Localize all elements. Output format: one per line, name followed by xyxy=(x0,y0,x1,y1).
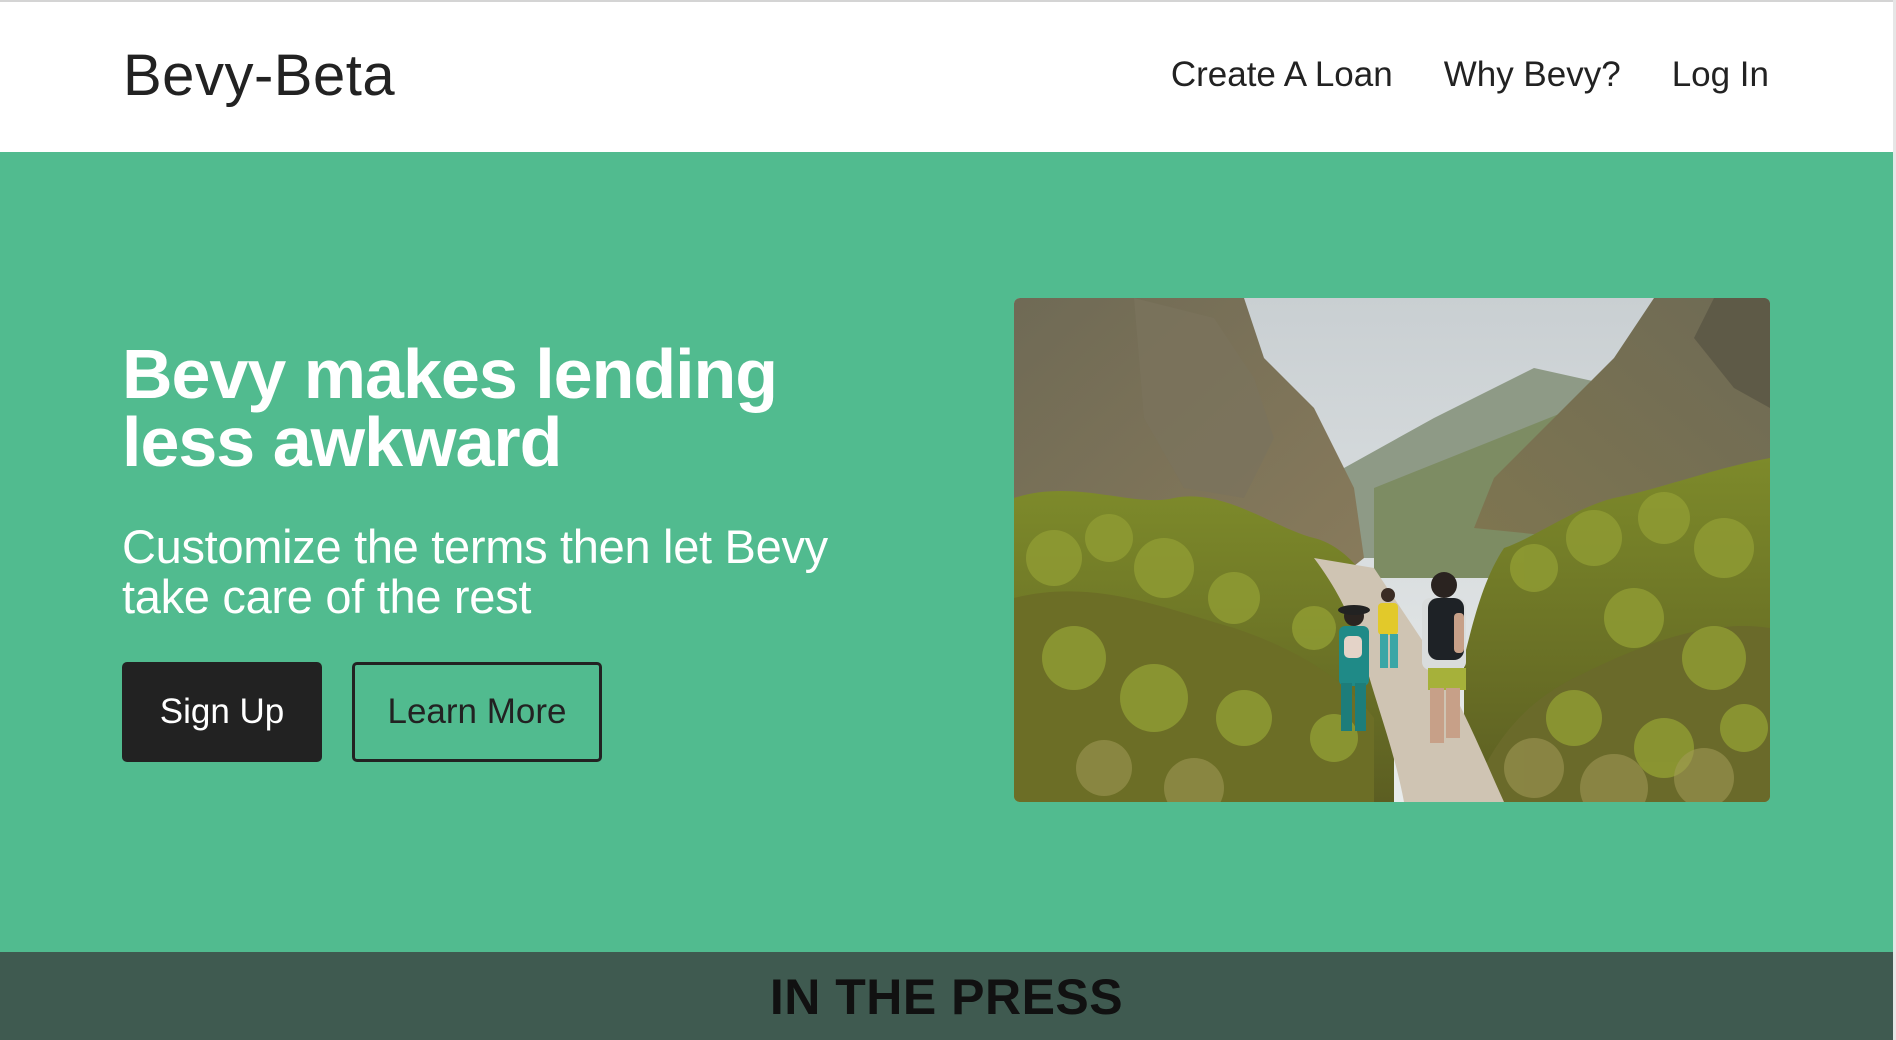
press-section: IN THE PRESS xyxy=(0,952,1893,1040)
hiking-photo-illustration xyxy=(1014,298,1770,802)
hero-subtitle: Customize the terms then let Bevy take c… xyxy=(122,520,828,623)
nav-links: Create A Loan Why Bevy? Log In xyxy=(1171,55,1769,95)
learn-more-button[interactable]: Learn More xyxy=(352,662,602,762)
page: Bevy-Beta Create A Loan Why Bevy? Log In… xyxy=(0,0,1896,1040)
hero-title: Bevy makes lending less awkward xyxy=(122,335,778,481)
hero-image xyxy=(1014,298,1770,802)
nav-why-bevy[interactable]: Why Bevy? xyxy=(1444,55,1621,95)
press-title: IN THE PRESS xyxy=(769,969,1124,1025)
nav-log-in[interactable]: Log In xyxy=(1672,55,1769,95)
brand-logo[interactable]: Bevy-Beta xyxy=(123,42,395,109)
nav-create-loan[interactable]: Create A Loan xyxy=(1171,55,1393,95)
navbar: Bevy-Beta Create A Loan Why Bevy? Log In xyxy=(0,2,1893,152)
sign-up-button[interactable]: Sign Up xyxy=(122,662,322,762)
hero-section: Bevy makes lending less awkward Customiz… xyxy=(0,152,1893,952)
